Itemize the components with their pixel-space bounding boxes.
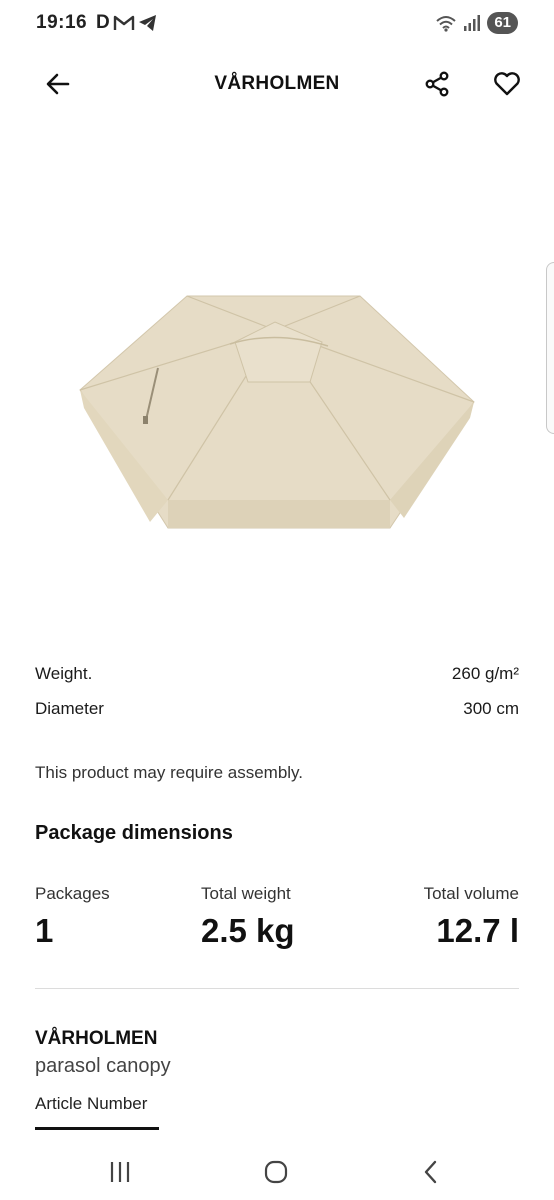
- status-bar: 19:16 D 61: [0, 0, 554, 48]
- scroll-handle[interactable]: [546, 262, 554, 434]
- spec-label: Diameter: [35, 699, 104, 718]
- total-weight-value: 2.5 kg: [201, 912, 295, 949]
- product-description: parasol canopy: [35, 1055, 171, 1077]
- favorite-button[interactable]: [485, 62, 529, 106]
- recents-icon: [110, 1162, 130, 1182]
- recents-button[interactable]: [98, 1150, 142, 1194]
- packages-stat: Packages 1: [35, 884, 110, 951]
- spec-label: Weight.: [35, 664, 93, 683]
- total-weight-stat: Total weight 2.5 kg: [201, 884, 295, 951]
- tab-article-number[interactable]: Article Number: [35, 1094, 147, 1114]
- status-time: 19:16: [36, 12, 88, 33]
- share-icon: [425, 71, 449, 97]
- system-nav-bar: [0, 1140, 554, 1200]
- section-divider: [35, 988, 519, 989]
- spec-row-diameter: Diameter 300 cm: [35, 699, 519, 719]
- total-volume-value: 12.7 l: [436, 912, 519, 949]
- battery-indicator: 61: [487, 12, 518, 34]
- packages-value: 1: [35, 912, 54, 949]
- system-icons: 61: [435, 12, 518, 34]
- product-image: [79, 295, 475, 529]
- home-icon: [264, 1160, 288, 1184]
- total-volume-stat: Total volume 12.7 l: [424, 884, 519, 951]
- spec-value: 300 cm: [463, 699, 519, 718]
- home-button[interactable]: [254, 1150, 298, 1194]
- total-volume-label: Total volume: [423, 884, 519, 903]
- back-icon: [424, 1160, 437, 1184]
- product-name: VÅRHOLMEN: [35, 1028, 158, 1049]
- d-app-icon: D: [96, 12, 110, 33]
- assembly-note: This product may require assembly.: [35, 763, 304, 782]
- active-tab-indicator: [35, 1127, 159, 1130]
- wifi-icon: [436, 16, 456, 32]
- page-title: VÅRHOLMEN: [214, 73, 340, 94]
- share-button[interactable]: [415, 62, 459, 106]
- notification-icons: D: [96, 12, 158, 34]
- top-app-bar: VÅRHOLMEN: [0, 56, 554, 112]
- package-dimensions-heading: Package dimensions: [35, 822, 233, 844]
- total-weight-label: Total weight: [201, 884, 291, 903]
- spec-row-weight: Weight. 260 g/m²: [35, 664, 519, 684]
- heart-icon: [494, 72, 520, 96]
- system-back-button[interactable]: [409, 1150, 453, 1194]
- gmail-icon: [113, 15, 134, 30]
- telegram-icon: [138, 15, 156, 31]
- spec-value: 260 g/m²: [451, 664, 519, 683]
- signal-icon: [464, 15, 481, 31]
- packages-label: Packages: [35, 884, 110, 903]
